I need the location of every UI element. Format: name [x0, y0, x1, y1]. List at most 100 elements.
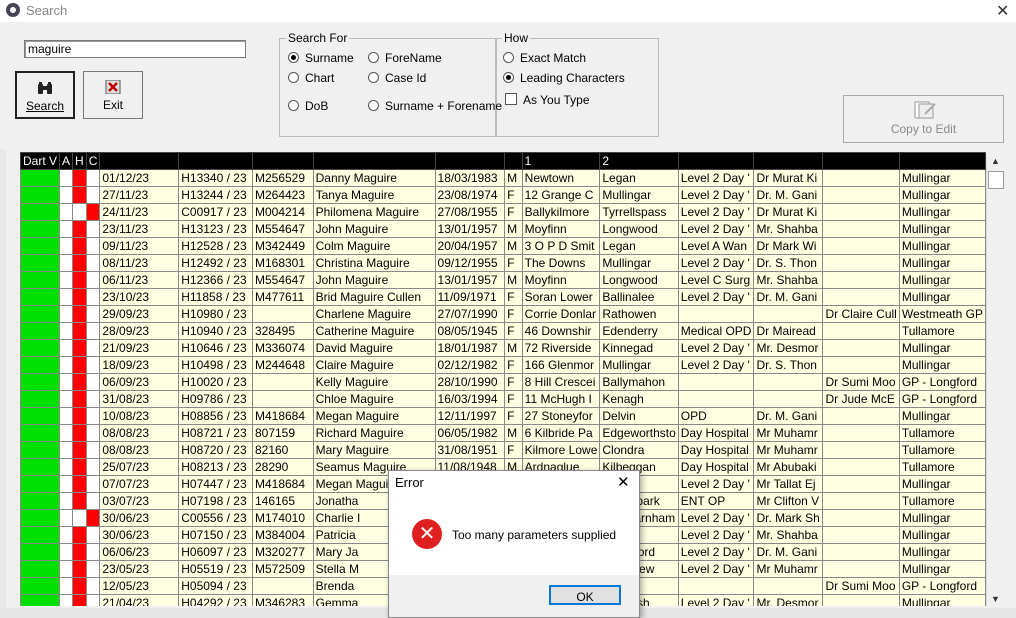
flag-cell [72, 271, 87, 289]
table-cell: Level C Surg [677, 271, 755, 289]
table-cell: Legan [599, 169, 679, 187]
radio-forename[interactable]: ForeName [368, 51, 442, 65]
table-cell: 01/12/23 [99, 169, 180, 187]
grid-header-cell[interactable] [677, 152, 755, 170]
flag-cell [59, 220, 74, 238]
table-cell: 25/07/23 [99, 458, 180, 476]
flag-cell [59, 373, 74, 391]
radio-surname[interactable]: Surname [288, 51, 354, 65]
table-cell: Mullingar [898, 169, 986, 187]
table-cell: Level 2 Day ' [677, 339, 755, 357]
table-row[interactable]: 23/11/23 H13123 / 23 M554647 John Maguire 13… [20, 220, 986, 238]
flag-cell [20, 407, 61, 425]
radio-leading-characters[interactable]: Leading Characters [503, 71, 625, 85]
table-cell: H08721 / 23 [178, 424, 253, 442]
radio-case-id[interactable]: Case Id [368, 71, 426, 85]
grid-header-cell[interactable] [822, 152, 900, 170]
flag-cell [85, 271, 101, 289]
table-row[interactable]: 08/08/23 H08721 / 23 807159 Richard Maguire… [20, 424, 986, 442]
grid-header-cell[interactable] [434, 152, 506, 170]
table-cell [753, 373, 824, 391]
table-row[interactable]: 09/11/23 H12528 / 23 M342449 Colm Maguire 20… [20, 237, 986, 255]
flag-cell [72, 356, 87, 374]
table-cell: F [504, 373, 523, 391]
flag-cell [72, 288, 87, 306]
table-cell: Westmeath GP [898, 305, 986, 323]
grid-header-cell[interactable] [312, 152, 436, 170]
grid-header-cell[interactable]: Dart V [20, 152, 61, 170]
table-row[interactable]: 23/10/23 H11858 / 23 M477611 Brid Maguire C… [20, 288, 986, 306]
table-row[interactable]: 10/08/23 H08856 / 23 M418684 Megan Maguire 1… [20, 407, 986, 425]
grid-header-cell[interactable]: 2 [599, 152, 679, 170]
table-cell [822, 203, 900, 221]
table-cell [251, 577, 314, 595]
table-cell: Dr Mark Wi [753, 237, 824, 255]
flag-cell [85, 441, 101, 459]
radio-exact-match[interactable]: Exact Match [503, 51, 586, 65]
grid-vertical-scrollbar[interactable]: ▲ ▼ [986, 154, 1004, 606]
table-cell: M554647 [251, 220, 314, 238]
table-cell: Mullingar [898, 356, 986, 374]
table-row[interactable]: 08/11/23 H12492 / 23 M168301 Christina Magu… [20, 254, 986, 272]
ok-button[interactable]: OK [549, 585, 621, 605]
table-cell [251, 373, 314, 391]
scroll-up-icon[interactable]: ▲ [991, 156, 1000, 166]
grid-header-cell[interactable] [99, 152, 180, 170]
table-row[interactable]: 24/11/23 C00917 / 23 M004214 Philomena Magu… [20, 203, 986, 221]
radio-surname-forename[interactable]: Surname + Forename [368, 99, 502, 113]
table-cell: 16/03/1994 [434, 390, 506, 408]
flag-cell [20, 271, 61, 289]
table-cell: F [504, 356, 523, 374]
scroll-down-icon[interactable]: ▼ [991, 594, 1000, 604]
as-you-type-checkbox[interactable]: As You Type [505, 92, 590, 107]
table-cell: M [504, 271, 523, 289]
dialog-close-button[interactable]: ✕ [617, 473, 630, 491]
table-row[interactable]: 06/09/23 H10020 / 23 Kelly Maguire 28/10/19… [20, 373, 986, 391]
flag-cell [72, 509, 87, 527]
flag-cell [20, 339, 61, 357]
table-cell [822, 407, 900, 425]
grid-header-cell[interactable] [753, 152, 824, 170]
grid-header-cell[interactable] [504, 152, 523, 170]
table-row[interactable]: 31/08/23 H09786 / 23 Chloe Maguire 16/03/19… [20, 390, 986, 408]
search-input[interactable] [24, 40, 246, 58]
table-row[interactable]: 21/09/23 H10646 / 23 M336074 David Maguire 1… [20, 339, 986, 357]
table-cell: Mr. Shahba [753, 526, 824, 544]
table-cell [822, 458, 900, 476]
flag-cell [72, 441, 87, 459]
copy-to-edit-button[interactable]: Copy to Edit [843, 95, 1004, 143]
table-row[interactable]: 01/12/23 H13340 / 23 M256529 Danny Maguire 1… [20, 169, 986, 187]
scroll-thumb[interactable] [988, 171, 1004, 189]
grid-header-cell[interactable]: H [72, 152, 87, 170]
table-row[interactable]: 29/09/23 H10980 / 23 Charlene Maguire 27/07… [20, 305, 986, 323]
table-cell: Kelly Maguire [312, 373, 436, 391]
table-row[interactable]: 06/11/23 H12366 / 23 M554647 John Maguire 13… [20, 271, 986, 289]
table-cell: Level 2 Day ' [677, 475, 755, 493]
table-cell: Colm Maguire [312, 237, 436, 255]
flag-cell [85, 237, 101, 255]
grid-header-cell[interactable]: C [85, 152, 101, 170]
grid-header-cell[interactable] [251, 152, 314, 170]
grid-header-cell[interactable]: A [59, 152, 74, 170]
table-row[interactable]: 18/09/23 H10498 / 23 M244648 Claire Maguire… [20, 356, 986, 374]
search-button-label: Search [25, 99, 65, 113]
exit-button[interactable]: Exit [83, 71, 143, 119]
table-cell: Level 2 Day ' [677, 203, 755, 221]
radio-dob[interactable]: DoB [288, 99, 328, 113]
table-cell [677, 390, 755, 408]
grid-header-cell[interactable]: 1 [521, 152, 601, 170]
grid-header-cell[interactable] [178, 152, 253, 170]
radio-chart[interactable]: Chart [288, 71, 334, 85]
flag-cell [20, 441, 61, 459]
grid-header-cell[interactable] [898, 152, 986, 170]
flag-cell [20, 424, 61, 442]
flag-cell [20, 356, 61, 374]
search-button[interactable]: Search [15, 71, 75, 119]
window-close-button[interactable]: ✕ [996, 1, 1009, 21]
table-row[interactable]: 08/08/23 H08720 / 23 82160 Mary Maguire 31/0… [20, 441, 986, 459]
table-row[interactable]: 28/09/23 H10940 / 23 328495 Catherine Magui… [20, 322, 986, 340]
table-cell: Mullingar [898, 594, 986, 606]
table-row[interactable]: 27/11/23 H13244 / 23 M264423 Tanya Maguire 2… [20, 186, 986, 204]
table-cell: 08/08/23 [99, 424, 180, 442]
table-cell: F [504, 254, 523, 272]
